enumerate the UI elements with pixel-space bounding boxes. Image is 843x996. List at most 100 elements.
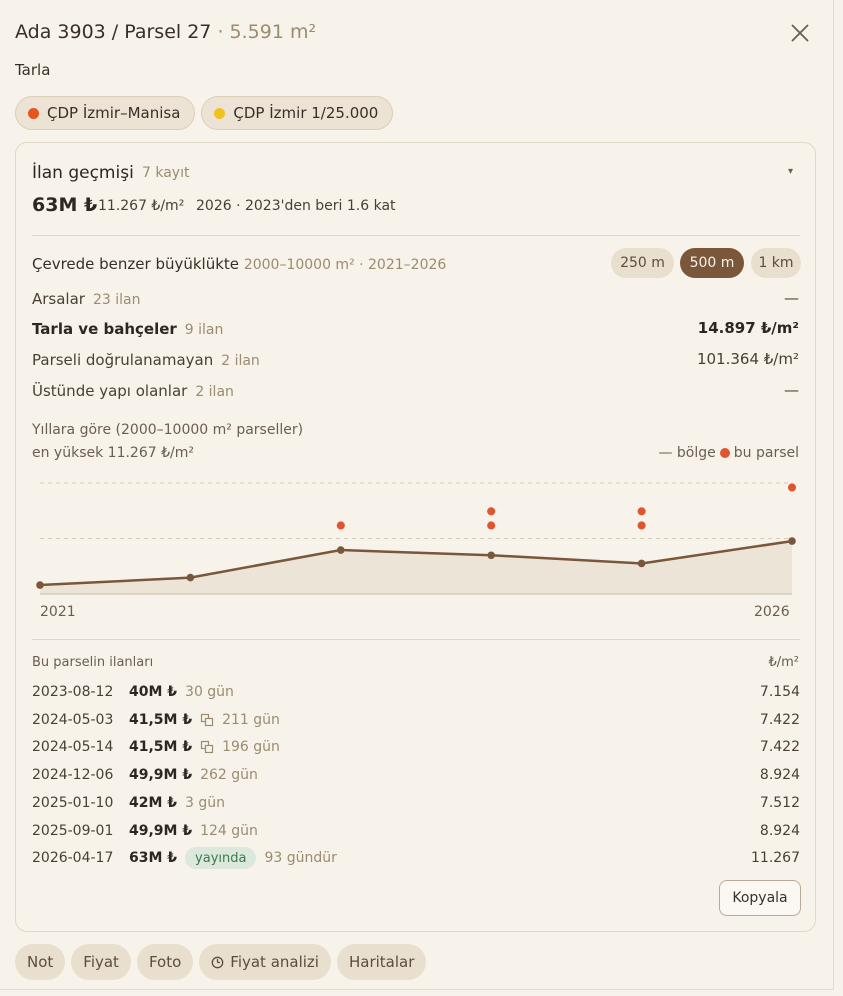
bottom-tab-bar: Not Fiyat Foto Fiyat analizi Haritalar bbox=[15, 944, 427, 980]
close-icon bbox=[791, 24, 809, 42]
chart-title: Yıllara göre (2000–10000 m² parseller) bbox=[32, 422, 304, 438]
parcel-point bbox=[485, 505, 497, 517]
plan-dot-icon bbox=[28, 107, 39, 119]
tab-price[interactable]: Fiyat bbox=[71, 944, 131, 980]
listing-date: 2024-05-14 bbox=[32, 739, 114, 756]
duplicate-icon bbox=[200, 741, 214, 754]
parcel-point bbox=[636, 505, 648, 517]
tab-maps[interactable]: Haritalar bbox=[336, 944, 427, 980]
listing-ppm: 11.267 bbox=[751, 850, 800, 867]
listing-price: 63M ₺ bbox=[129, 850, 178, 867]
category-label: Parseli doğrulanamayan bbox=[32, 351, 214, 369]
radius-500m-button[interactable]: 500 m bbox=[680, 248, 744, 278]
category-row[interactable]: Üstünde yapı olanlar 2 ilan bbox=[32, 381, 234, 400]
plan-chip[interactable]: ÇDP İzmir 1/25.000 bbox=[201, 96, 394, 130]
listings-title: Bu parselin ilanları bbox=[32, 655, 154, 670]
listing-price: 49,9M ₺ bbox=[129, 767, 193, 784]
clock-icon bbox=[211, 956, 224, 968]
nearby-label: Çevrede benzer büyüklükte 2000–10000 m² … bbox=[32, 255, 446, 273]
listing-ppm: 7.422 bbox=[759, 711, 800, 728]
radius-250m-button[interactable]: 250 m bbox=[611, 248, 674, 278]
listing-ppm: 7.512 bbox=[759, 794, 800, 811]
listing-price: 42M ₺ bbox=[129, 794, 178, 811]
region-point bbox=[637, 559, 646, 568]
plan-chip-label: ÇDP İzmir 1/25.000 bbox=[233, 104, 379, 122]
listing-row[interactable]: 2025-01-10 42M ₺ 3 gün 7.512 bbox=[32, 792, 800, 814]
region-point bbox=[186, 573, 195, 582]
radius-1km-button[interactable]: 1 km bbox=[751, 248, 801, 278]
listing-duration: 3 gün bbox=[185, 794, 226, 811]
x-tick-label: 2021 bbox=[40, 604, 76, 620]
category-row[interactable]: Tarla ve bahçeler 9 ilan bbox=[32, 319, 223, 338]
category-row[interactable]: Parseli doğrulanamayan 2 ilan bbox=[32, 350, 260, 369]
tab-photo[interactable]: Foto bbox=[136, 944, 194, 980]
category-value: 101.364 ₺/m² bbox=[696, 350, 799, 368]
history-title: İlan geçmişi bbox=[32, 163, 134, 183]
copy-button[interactable]: Kopyala bbox=[719, 880, 801, 916]
category-value: — bbox=[784, 381, 799, 399]
listing-row[interactable]: 2024-05-03 41,5M ₺ 211 gün 7.422 bbox=[32, 709, 800, 731]
legend-parcel-dot-icon bbox=[719, 448, 730, 458]
collapse-caret-icon[interactable]: ▾ bbox=[788, 166, 793, 177]
listing-ppm: 8.924 bbox=[759, 822, 800, 839]
listing-duration: 30 gün bbox=[185, 684, 234, 700]
listing-price: 41,5M ₺ bbox=[129, 711, 193, 728]
listing-date: 2026-04-17 bbox=[32, 850, 114, 867]
parcel-point bbox=[335, 519, 347, 532]
status-badge: yayında bbox=[185, 847, 257, 870]
listing-date: 2023-08-12 bbox=[32, 684, 114, 700]
category-value: — bbox=[784, 289, 799, 307]
close-button[interactable] bbox=[789, 22, 811, 44]
plan-chip[interactable]: ÇDP İzmir–Manisa bbox=[15, 96, 196, 130]
listing-duration: 124 gün bbox=[200, 822, 258, 839]
plan-chips: ÇDP İzmir–Manisa ÇDP İzmir 1/25.000 bbox=[15, 96, 394, 130]
parcel-area: · 5.591 m² bbox=[217, 21, 317, 43]
region-point bbox=[337, 546, 345, 554]
parcel-panel: Ada 3903 / Parsel 27 · 5.591 m² Tarla ÇD… bbox=[0, 0, 834, 990]
region-point bbox=[487, 551, 496, 560]
listing-duration: 196 gün bbox=[222, 739, 280, 756]
listing-ppm: 7.154 bbox=[759, 684, 800, 700]
listing-history-card: İlan geçmişi 7 kayıt ▾ 63M ₺ 11.267 ₺/m²… bbox=[15, 142, 816, 932]
listing-row[interactable]: 2024-12-06 49,9M ₺ 262 gün 8.924 bbox=[32, 764, 800, 786]
listing-row[interactable]: 2023-08-12 40M ₺ 30 gün 7.154 bbox=[32, 681, 800, 703]
plan-dot-icon bbox=[214, 107, 226, 119]
duplicate-icon bbox=[200, 713, 214, 726]
history-meta: 2026 · 2023'den beri 1.6 kat bbox=[196, 198, 396, 214]
category-count: 23 ilan bbox=[92, 292, 141, 308]
current-ppm: 11.267 ₺/m² bbox=[98, 198, 185, 214]
parcel-point bbox=[485, 519, 497, 532]
category-row[interactable]: Arsalar 23 ilan bbox=[32, 289, 140, 308]
listings-unit-header: ₺/m² bbox=[768, 655, 799, 670]
listing-date: 2025-09-01 bbox=[32, 822, 114, 839]
legend-region: — bölge bbox=[658, 445, 716, 461]
listing-price: 41,5M ₺ bbox=[129, 739, 193, 756]
current-price: 63M ₺ bbox=[32, 194, 98, 216]
listing-ppm: 8.924 bbox=[759, 767, 800, 784]
listing-duration: 93 gündür bbox=[264, 850, 337, 867]
tab-price-analysis-label: Fiyat analizi bbox=[230, 953, 319, 971]
listing-row[interactable]: 2024-05-14 41,5M ₺ 196 gün 7.422 bbox=[32, 736, 800, 758]
x-tick-label: 2026 bbox=[754, 604, 790, 620]
category-label: Tarla ve bahçeler bbox=[32, 320, 177, 338]
legend-parcel: bu parsel bbox=[733, 445, 799, 461]
category-count: 2 ilan bbox=[221, 353, 260, 369]
tab-note[interactable]: Not bbox=[15, 944, 66, 980]
tab-price-analysis[interactable]: Fiyat analizi bbox=[199, 944, 331, 980]
nearby-range: 2000–10000 m² · 2021–2026 bbox=[243, 257, 447, 273]
divider bbox=[32, 235, 800, 236]
nearby-label-text: Çevrede benzer büyüklükte bbox=[32, 255, 240, 273]
plan-chip-label: ÇDP İzmir–Manisa bbox=[47, 104, 181, 122]
price-by-year-chart bbox=[36, 481, 798, 595]
listing-price: 49,9M ₺ bbox=[129, 822, 193, 839]
category-count: 9 ilan bbox=[184, 322, 224, 338]
category-label: Üstünde yapı olanlar bbox=[32, 382, 188, 400]
listing-row[interactable]: 2026-04-17 63M ₺ yayında 93 gündür 11.267 bbox=[32, 847, 800, 870]
region-point bbox=[788, 537, 796, 545]
category-label: Arsalar bbox=[32, 290, 85, 308]
parcel-title: Ada 3903 / Parsel 27 · 5.591 m² bbox=[15, 21, 316, 43]
category-value: 14.897 ₺/m² bbox=[697, 319, 799, 337]
divider bbox=[32, 639, 800, 640]
listing-ppm: 7.422 bbox=[759, 739, 800, 756]
listing-row[interactable]: 2025-09-01 49,9M ₺ 124 gün 8.924 bbox=[32, 820, 800, 842]
